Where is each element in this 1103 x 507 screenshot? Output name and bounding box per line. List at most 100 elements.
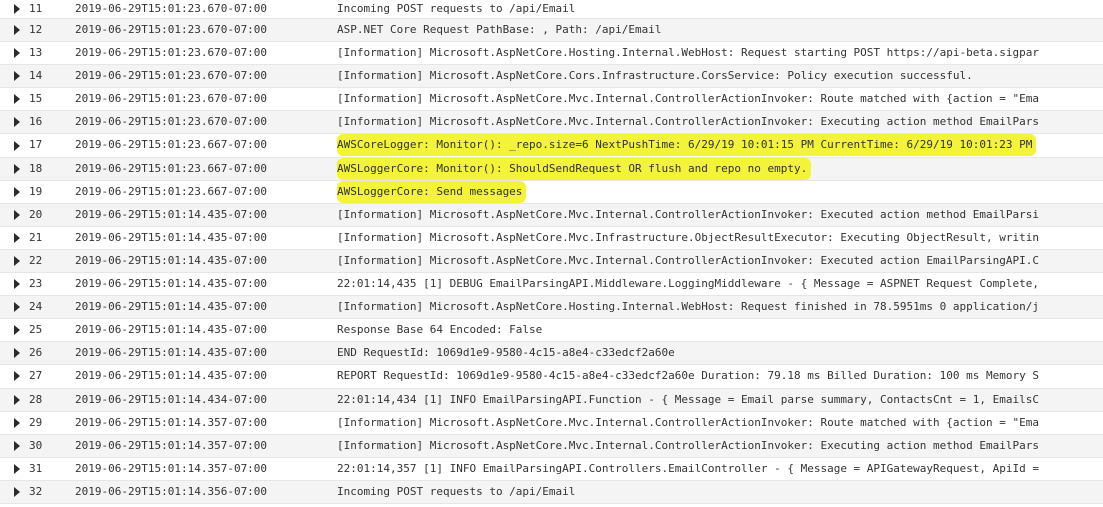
row-message: REPORT RequestId: 1069d1e9-9580-4c15-a8e… — [337, 369, 1039, 383]
row-message: ASP.NET Core Request PathBase: , Path: /… — [337, 23, 662, 36]
expand-row-icon[interactable] — [14, 325, 20, 336]
expand-row-icon[interactable] — [14, 140, 20, 151]
row-timestamp: 2019-06-29T15:01:14.357-07:00 — [75, 415, 268, 429]
row-timestamp: 2019-06-29T15:01:23.667-07:00 — [75, 184, 268, 198]
expand-row-icon[interactable] — [14, 48, 20, 59]
row-timestamp: 2019-06-29T15:01:14.435-07:00 — [75, 346, 268, 360]
expand-row-icon[interactable] — [14, 186, 20, 197]
row-message: 22:01:14,434 [1] INFO EmailParsingAPI.Fu… — [337, 392, 1039, 406]
log-row[interactable]: 26 2019-06-29T15:01:14.435-07:00 END Reque… — [0, 342, 1103, 366]
row-index: 30 — [29, 438, 43, 452]
log-row[interactable]: 21 2019-06-29T15:01:14.435-07:00 [Informat… — [0, 226, 1103, 250]
row-index: 16 — [29, 115, 43, 129]
row-message: END RequestId: 1069d1e9-9580-4c15-a8e4-c… — [337, 346, 675, 360]
log-row[interactable]: 15 2019-06-29T15:01:23.670-07:00 [Informat… — [0, 88, 1103, 112]
expand-row-icon[interactable] — [14, 232, 20, 243]
row-index: 28 — [29, 392, 43, 406]
row-message: [Information] Microsoft.AspNetCore.Mvc.I… — [337, 115, 1039, 129]
row-index: 17 — [29, 138, 43, 152]
row-message: 22:01:14,357 [1] INFO EmailParsingAPI.Co… — [337, 461, 1039, 475]
expand-row-icon[interactable] — [14, 117, 20, 128]
expand-row-icon[interactable] — [14, 209, 20, 220]
row-message: [Information] Microsoft.AspNetCore.Mvc.I… — [337, 438, 1039, 452]
row-index: 26 — [29, 346, 43, 360]
row-index: 23 — [29, 277, 43, 291]
row-timestamp: 2019-06-29T15:01:14.435-07:00 — [75, 369, 268, 383]
expand-row-icon[interactable] — [14, 440, 20, 451]
row-timestamp: 2019-06-29T15:01:23.670-07:00 — [75, 2, 268, 15]
row-index: 25 — [29, 323, 43, 337]
row-message: [Information] Microsoft.AspNetCore.Mvc.I… — [337, 415, 1039, 429]
expand-row-icon[interactable] — [14, 463, 20, 474]
log-row[interactable]: 16 2019-06-29T15:01:23.670-07:00 [Informat… — [0, 111, 1103, 135]
row-timestamp: 2019-06-29T15:01:14.435-07:00 — [75, 230, 268, 244]
expand-row-icon[interactable] — [14, 25, 20, 36]
log-row[interactable]: 18 2019-06-29T15:01:23.667-07:00 AWSLogger… — [0, 157, 1103, 181]
row-message: Incoming POST requests to /api/Email — [337, 2, 576, 15]
row-timestamp: 2019-06-29T15:01:23.667-07:00 — [75, 138, 268, 152]
log-row[interactable]: 11 2019-06-29T15:01:23.670-07:00 Incoming … — [0, 0, 1103, 19]
row-timestamp: 2019-06-29T15:01:23.670-07:00 — [75, 23, 268, 36]
row-message: 22:01:14,435 [1] DEBUG EmailParsingAPI.M… — [337, 277, 1039, 291]
row-message: [Information] Microsoft.AspNetCore.Hosti… — [337, 46, 1039, 60]
log-row[interactable]: 24 2019-06-29T15:01:14.435-07:00 [Informat… — [0, 296, 1103, 320]
log-row[interactable]: 14 2019-06-29T15:01:23.670-07:00 [Informat… — [0, 65, 1103, 89]
row-timestamp: 2019-06-29T15:01:23.670-07:00 — [75, 69, 268, 83]
log-row[interactable]: 23 2019-06-29T15:01:14.435-07:00 22:01:14,… — [0, 273, 1103, 297]
log-row[interactable]: 29 2019-06-29T15:01:14.357-07:00 [Informat… — [0, 411, 1103, 435]
log-row[interactable]: 19 2019-06-29T15:01:23.667-07:00 AWSLogger… — [0, 180, 1103, 204]
row-message: Incoming POST requests to /api/Email — [337, 484, 576, 498]
row-timestamp: 2019-06-29T15:01:14.356-07:00 — [75, 484, 268, 498]
row-index: 21 — [29, 230, 43, 244]
log-row[interactable]: 22 2019-06-29T15:01:14.435-07:00 [Informat… — [0, 249, 1103, 274]
expand-row-icon[interactable] — [14, 279, 20, 290]
row-index: 11 — [29, 2, 43, 15]
row-timestamp: 2019-06-29T15:01:23.670-07:00 — [75, 115, 268, 129]
row-message: [Information] Microsoft.AspNetCore.Mvc.I… — [337, 230, 1039, 244]
expand-row-icon[interactable] — [14, 255, 20, 266]
row-index: 20 — [29, 207, 43, 221]
row-timestamp: 2019-06-29T15:01:14.435-07:00 — [75, 277, 268, 291]
row-message-highlighted: AWSLoggerCore: Send messages — [337, 180, 527, 203]
row-message: [Information] Microsoft.AspNetCore.Cors.… — [337, 69, 973, 83]
row-index: 13 — [29, 46, 43, 60]
expand-row-icon[interactable] — [14, 371, 20, 382]
row-timestamp: 2019-06-29T15:01:23.670-07:00 — [75, 92, 268, 106]
row-message: [Information] Microsoft.AspNetCore.Mvc.I… — [337, 92, 1039, 106]
log-row[interactable]: 13 2019-06-29T15:01:23.670-07:00 [Informat… — [0, 42, 1103, 66]
row-index: 31 — [29, 461, 43, 475]
row-message-highlighted: AWSCoreLogger: Monitor(): _repo.size=6 N… — [337, 134, 1037, 157]
expand-row-icon[interactable] — [14, 486, 20, 497]
expand-row-icon[interactable] — [14, 94, 20, 105]
expand-row-icon[interactable] — [14, 71, 20, 82]
row-index: 19 — [29, 184, 43, 198]
log-row[interactable]: 27 2019-06-29T15:01:14.435-07:00 REPORT Re… — [0, 365, 1103, 389]
expand-row-icon[interactable] — [14, 302, 20, 313]
log-row[interactable]: 25 2019-06-29T15:01:14.435-07:00 Response … — [0, 319, 1103, 343]
log-row[interactable]: 20 2019-06-29T15:01:14.435-07:00 [Informat… — [0, 203, 1103, 227]
row-index: 27 — [29, 369, 43, 383]
row-timestamp: 2019-06-29T15:01:14.434-07:00 — [75, 392, 268, 406]
row-index: 22 — [29, 253, 43, 267]
log-row[interactable]: 30 2019-06-29T15:01:14.357-07:00 [Informat… — [0, 434, 1103, 458]
row-message-highlighted: AWSLoggerCore: Monitor(): ShouldSendRequ… — [337, 157, 812, 180]
row-timestamp: 2019-06-29T15:01:14.435-07:00 — [75, 300, 268, 314]
log-row[interactable]: 28 2019-06-29T15:01:14.434-07:00 22:01:14,… — [0, 388, 1103, 412]
row-timestamp: 2019-06-29T15:01:14.435-07:00 — [75, 323, 268, 337]
row-index: 14 — [29, 69, 43, 83]
expand-row-icon[interactable] — [14, 417, 20, 428]
row-index: 15 — [29, 92, 43, 106]
row-index: 12 — [29, 23, 43, 36]
row-timestamp: 2019-06-29T15:01:14.357-07:00 — [75, 438, 268, 452]
expand-row-icon[interactable] — [14, 348, 20, 359]
row-index: 32 — [29, 484, 43, 498]
log-row[interactable]: 17 2019-06-29T15:01:23.667-07:00 AWSCoreLo… — [0, 134, 1103, 158]
log-row[interactable]: 32 2019-06-29T15:01:14.356-07:00 Incoming … — [0, 480, 1103, 504]
expand-row-icon[interactable] — [14, 394, 20, 405]
log-row[interactable]: 31 2019-06-29T15:01:14.357-07:00 22:01:14,… — [0, 457, 1103, 481]
expand-row-icon[interactable] — [14, 163, 20, 174]
log-row[interactable]: 12 2019-06-29T15:01:23.670-07:00 ASP.NET C… — [0, 19, 1103, 43]
row-message: [Information] Microsoft.AspNetCore.Mvc.I… — [337, 207, 1039, 221]
expand-row-icon[interactable] — [14, 4, 20, 14]
row-index: 24 — [29, 300, 43, 314]
